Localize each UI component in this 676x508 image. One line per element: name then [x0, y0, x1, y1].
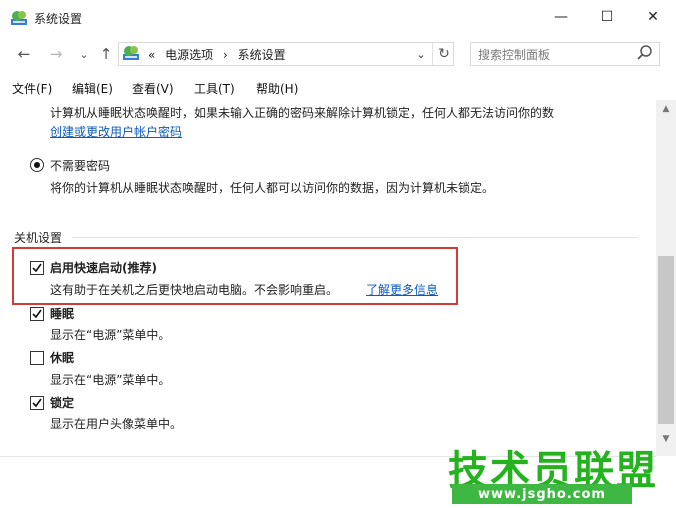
address-dropdown-button[interactable]: ⌄	[410, 42, 432, 66]
recent-locations-button[interactable]: ⌄	[74, 44, 94, 64]
fast-startup-description: 这有助于在关机之后更快地启动电脑。不会影响重启。	[50, 283, 339, 297]
shutdown-section-title: 关机设置	[14, 231, 63, 245]
no-password-label[interactable]: 不需要密码	[50, 157, 110, 174]
search-icon[interactable]	[636, 44, 654, 62]
sleep-label[interactable]: 睡眠	[50, 305, 74, 322]
breadcrumb-power-options[interactable]: 电源选项	[165, 48, 213, 62]
refresh-button[interactable]: ↻	[432, 42, 455, 66]
learn-more-link[interactable]: 了解更多信息	[366, 281, 438, 298]
menu-file[interactable]: 文件(F)	[12, 80, 52, 97]
lock-description: 显示在用户头像菜单中。	[50, 417, 183, 431]
scroll-down-arrow-icon[interactable]: ▼	[656, 432, 676, 446]
search-placeholder: 搜索控制面板	[478, 48, 551, 62]
hibernate-checkbox[interactable]	[30, 351, 44, 365]
hibernate-description: 显示在“电源”菜单中。	[50, 373, 171, 387]
lock-label[interactable]: 锁定	[50, 394, 74, 411]
hibernate-label[interactable]: 休眠	[50, 349, 74, 366]
scroll-up-arrow-icon[interactable]: ▲	[656, 102, 676, 116]
section-divider	[72, 237, 638, 238]
fast-startup-label[interactable]: 启用快速启动(推荐)	[50, 259, 157, 276]
sleep-checkbox[interactable]	[30, 307, 44, 321]
breadcrumb-separator[interactable]: ›	[223, 48, 228, 62]
breadcrumb-system-settings[interactable]: 系统设置	[238, 48, 286, 62]
breadcrumb-overflow[interactable]: «	[148, 48, 155, 62]
watermark-url: www.jsgho.com	[452, 484, 632, 504]
sleep-description: 显示在“电源”菜单中。	[50, 328, 171, 342]
create-password-link[interactable]: 创建或更改用户帐户密码	[50, 123, 182, 140]
close-button[interactable]: ✕	[630, 0, 676, 34]
scrollbar-thumb[interactable]	[658, 256, 674, 424]
minimize-button[interactable]: —	[538, 0, 584, 34]
lock-checkbox[interactable]	[30, 396, 44, 410]
back-button[interactable]: ←	[14, 44, 34, 64]
menu-view[interactable]: 查看(V)	[132, 80, 174, 97]
fast-startup-checkbox[interactable]	[30, 261, 44, 275]
up-button[interactable]: ↑	[96, 44, 116, 64]
window-title: 系统设置	[34, 12, 83, 26]
breadcrumb: « 电源选项 › 系统设置	[148, 46, 292, 63]
control-panel-icon	[10, 9, 28, 27]
menu-edit[interactable]: 编辑(E)	[72, 80, 113, 97]
control-panel-icon	[122, 44, 140, 62]
require-password-description: 计算机从睡眠状态唤醒时，如果未输入正确的密码来解除计算机锁定，任何人都无法访问你…	[50, 106, 555, 120]
menu-help[interactable]: 帮助(H)	[256, 80, 298, 97]
maximize-button[interactable]: ☐	[584, 0, 630, 34]
menu-tools[interactable]: 工具(T)	[194, 80, 235, 97]
radio-selected-dot	[34, 162, 40, 168]
forward-button[interactable]: →	[46, 44, 66, 64]
no-password-description: 将你的计算机从睡眠状态唤醒时，任何人都可以访问你的数据，因为计算机未锁定。	[50, 181, 495, 195]
no-password-radio[interactable]	[30, 158, 44, 172]
